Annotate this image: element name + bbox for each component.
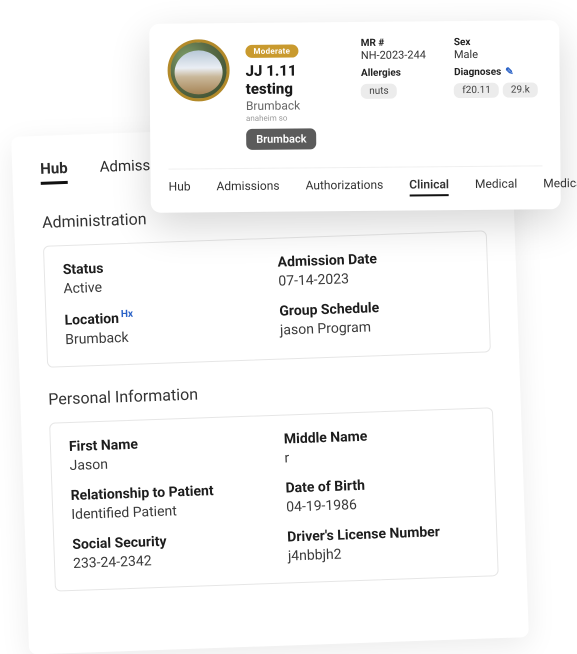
tab-hub[interactable]: Hub [40,159,68,185]
patient-location: Brumback [246,98,346,113]
admin-panel: Status Active Admission Date 07-14-2023 … [43,230,491,367]
patient-name: JJ 1.11 testing [246,61,346,98]
tab-medical[interactable]: Medical [475,177,517,196]
mr-label: MR # [361,37,426,49]
hx-badge[interactable]: Hx [121,309,134,320]
ssn-value: 233-24-2342 [73,549,264,572]
allergies-label: Allergies [361,67,426,79]
sex-value: Male [454,47,542,61]
allergy-pill[interactable]: nuts [361,84,397,99]
personal-panel: First Name Jason Middle Name r Relations… [49,407,499,591]
patient-subtext: anaheim so [246,113,345,123]
location-value: Brumback [65,325,256,348]
severity-badge: Moderate [245,44,298,57]
tab-hub[interactable]: Hub [169,179,191,198]
personal-section-title: Personal Information [48,374,492,408]
meta-grid: MR # NH-2023-244 Allergies nuts Sex Male… [361,36,542,99]
avatar[interactable] [167,39,230,102]
first-name-value: Jason [69,451,260,474]
tab-clinical[interactable]: Clinical [409,177,449,196]
location-chip[interactable]: Brumback [246,128,316,150]
admission-date-value: 07-14-2023 [278,267,469,290]
diagnosis-pill-2[interactable]: 29.k [503,82,538,97]
group-schedule-value: jason Program [280,316,471,339]
status-value: Active [63,274,254,297]
dl-value: j4nbbjh2 [288,541,479,564]
tab-medications[interactable]: Medications [543,176,577,196]
diagnosis-pill-1[interactable]: f20.11 [454,83,499,98]
mr-value: NH-2023-244 [361,48,426,62]
middle-name-value: r [284,444,475,467]
tab-admissions[interactable]: Admissi [99,156,154,183]
relationship-value: Identified Patient [71,500,262,523]
tab-authorizations[interactable]: Authorizations [305,178,383,198]
tab-admissions[interactable]: Admissions [216,179,279,199]
patient-header-card: Moderate JJ 1.11 testing Brumback anahei… [149,20,561,213]
edit-icon[interactable]: ✎ [505,67,513,78]
dob-value: 04-19-1986 [286,493,477,516]
sex-label: Sex [454,36,542,48]
diagnoses-label: Diagnoses✎ [454,66,542,78]
front-tabs: Hub Admissions Authorizations Clinical M… [168,165,542,198]
